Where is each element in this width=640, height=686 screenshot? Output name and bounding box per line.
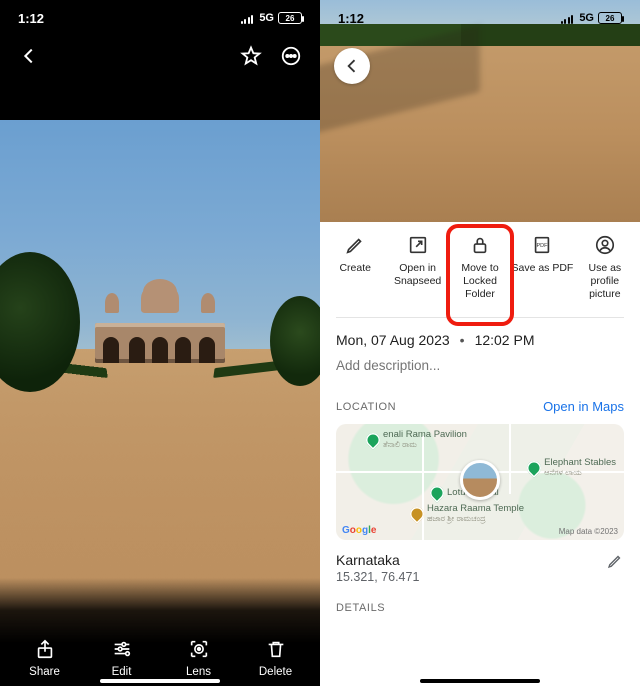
- move-locked-folder-button[interactable]: Move to Locked Folder: [449, 234, 511, 301]
- status-right: 5G 26: [561, 12, 622, 24]
- status-time: 1:12: [338, 11, 364, 26]
- battery-icon: 26: [278, 12, 302, 24]
- map-pin-icon: [524, 458, 544, 478]
- status-bar: 1:12 5G 26: [320, 0, 640, 36]
- location-coords: 15.321, 76.471: [336, 570, 419, 584]
- map-poi: Hazara Raama Temple: [427, 504, 524, 514]
- open-snapseed-button[interactable]: Open in Snapseed: [386, 234, 448, 301]
- details-label: DETAILS: [320, 584, 640, 614]
- share-icon: [34, 638, 56, 660]
- snapseed-label: Open in Snapseed: [386, 262, 448, 288]
- locked-label: Move to Locked Folder: [449, 262, 511, 301]
- photo-details-screen: 1:12 5G 26 Create Open in Snapseed Move …: [320, 0, 640, 686]
- more-circle-icon: [280, 45, 302, 67]
- delete-button[interactable]: Delete: [246, 638, 306, 678]
- map-photo-pin: [460, 460, 500, 500]
- edit-button[interactable]: Edit: [92, 638, 152, 678]
- signal-icon: [241, 13, 254, 24]
- status-right: 5G 26: [241, 12, 302, 24]
- status-network: 5G: [579, 12, 594, 24]
- lens-label: Lens: [186, 666, 211, 678]
- photo-time: 12:02 PM: [475, 332, 535, 348]
- open-external-icon: [407, 234, 429, 256]
- location-name: Karnataka: [336, 552, 419, 568]
- viewer-top-bar: [0, 36, 320, 76]
- google-logo: Google: [342, 525, 376, 536]
- pdf-label: Save as PDF: [511, 262, 573, 275]
- location-row: Karnataka 15.321, 76.471: [320, 540, 640, 584]
- sliders-icon: [111, 638, 133, 660]
- description-input[interactable]: [336, 348, 624, 377]
- map-pin-icon: [363, 430, 383, 450]
- pdf-icon: PDF: [531, 234, 553, 256]
- back-button[interactable]: [14, 41, 44, 71]
- details-action-row: Create Open in Snapseed Move to Locked F…: [320, 222, 640, 307]
- svg-text:PDF: PDF: [537, 243, 549, 249]
- lens-icon: [188, 638, 210, 660]
- star-icon: [240, 45, 262, 67]
- map-poi: enali Rama Pavilion: [383, 430, 467, 440]
- profile-label: Use as profile picture: [574, 262, 636, 301]
- trash-icon: [265, 638, 287, 660]
- pencil-icon: [344, 234, 366, 256]
- profile-icon: [594, 234, 616, 256]
- location-section: LOCATION Open in Maps enali Rama Pavilio…: [320, 381, 640, 540]
- dot-separator: •: [460, 332, 465, 348]
- map-pin-icon: [427, 483, 447, 503]
- create-label: Create: [339, 262, 371, 275]
- open-in-maps-link[interactable]: Open in Maps: [543, 399, 624, 414]
- location-label: LOCATION: [336, 401, 396, 413]
- status-network: 5G: [259, 12, 274, 24]
- lock-icon: [469, 234, 491, 256]
- chevron-left-icon: [342, 56, 362, 76]
- back-button[interactable]: [334, 48, 370, 84]
- photo-date: Mon, 07 Aug 2023: [336, 332, 450, 348]
- photo-content[interactable]: [0, 120, 320, 560]
- lens-button[interactable]: Lens: [169, 638, 229, 678]
- photo-metadata: Mon, 07 Aug 2023 • 12:02 PM: [320, 318, 640, 381]
- status-bar: 1:12 5G 26: [0, 0, 320, 36]
- photo-viewer-screen: 1:12 5G 26: [0, 0, 320, 686]
- share-button[interactable]: Share: [15, 638, 75, 678]
- status-time: 1:12: [18, 11, 44, 26]
- location-map[interactable]: enali Rama Pavilion ತೆನಾಲಿ ರಾಮ Elephant …: [336, 424, 624, 540]
- share-label: Share: [29, 666, 60, 678]
- more-button[interactable]: [276, 41, 306, 71]
- create-button[interactable]: Create: [324, 234, 386, 301]
- chevron-left-icon: [18, 45, 40, 67]
- edit-label: Edit: [112, 666, 132, 678]
- map-pin-icon: [407, 504, 427, 524]
- home-indicator[interactable]: [100, 679, 220, 683]
- map-poi: Elephant Stables: [544, 458, 616, 468]
- map-credit: Map data ©2023: [559, 527, 618, 536]
- favorite-button[interactable]: [236, 41, 266, 71]
- delete-label: Delete: [259, 666, 292, 678]
- photo-thumbnail-area[interactable]: 1:12 5G 26: [320, 0, 640, 222]
- signal-icon: [561, 13, 574, 24]
- battery-icon: 26: [598, 12, 622, 24]
- edit-location-button[interactable]: [606, 552, 624, 570]
- save-pdf-button[interactable]: PDF Save as PDF: [511, 234, 573, 301]
- viewer-bottom-bar: Share Edit Lens Delete: [0, 578, 320, 686]
- home-indicator[interactable]: [420, 679, 540, 683]
- use-profile-button[interactable]: Use as profile picture: [574, 234, 636, 301]
